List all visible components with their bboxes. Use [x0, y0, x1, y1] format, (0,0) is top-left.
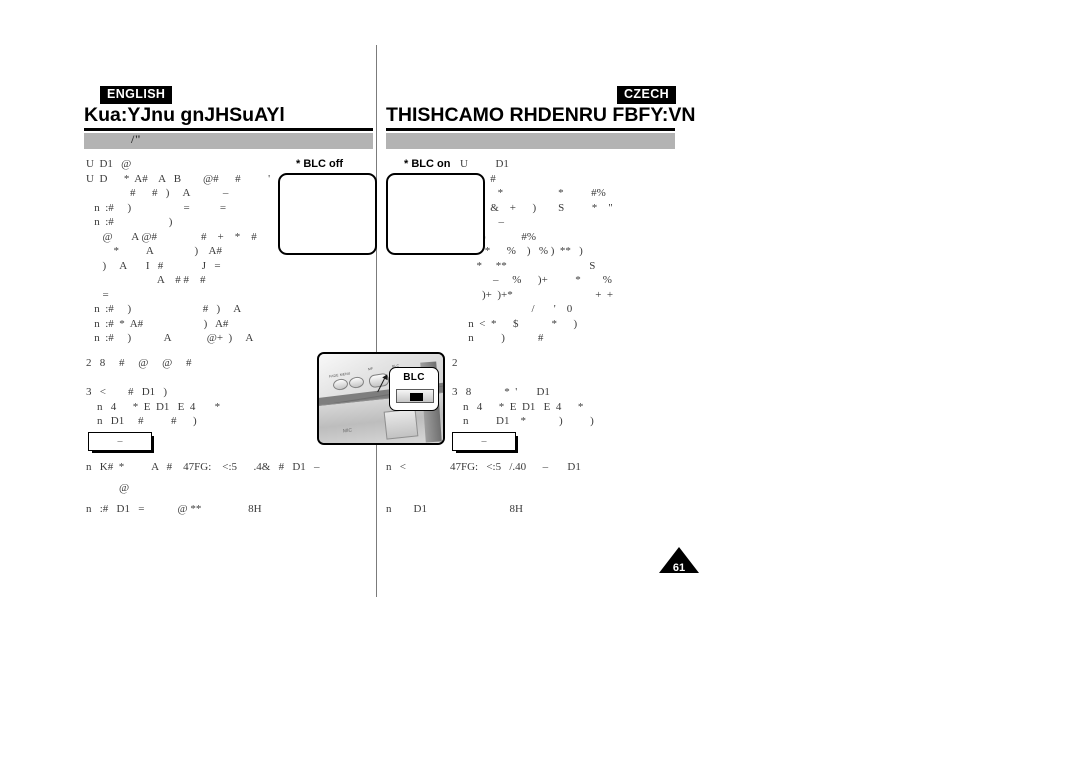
- steps-text-english: 2 8 # @ @ # 3 < # D1 ) n 4 * E D1 E 4 * …: [86, 357, 221, 427]
- footer-text-english: n K# * A # 47FG: <:5 .4& # D1 – @ n :# D…: [86, 461, 320, 515]
- note-box-label-english: –: [117, 436, 123, 447]
- language-tag-czech: CZECH: [617, 86, 677, 104]
- sample-caption-blc-off: * BLC off: [296, 158, 344, 170]
- body-text-english: U D1 @ U D * A# A B @# # ' # # ) A – n :…: [86, 158, 271, 344]
- subtitle-bar-czech: [386, 133, 675, 149]
- subtitle-bar-english: [84, 133, 373, 149]
- blc-button-callout: BLC: [389, 367, 439, 411]
- section-title-czech: THISHCAMO RHDENRU FBFY:VN: [386, 104, 696, 126]
- language-tag-english: ENGLISH: [100, 86, 173, 104]
- note-box-label-czech: –: [481, 436, 487, 447]
- sample-frame-blc-on: [386, 173, 485, 255]
- camcorder-foot-label: MIC: [342, 427, 353, 435]
- blc-switch-knob: [410, 393, 423, 401]
- column-divider: [376, 45, 377, 597]
- footer-text-czech: n < 47FG: <:5 /.40 – D1 n D1 8H: [386, 461, 581, 515]
- title-rule-czech: [386, 128, 675, 131]
- manual-page: ENGLISH Kua:YJnu gnJHSuAYl /" U D1 @ U D…: [0, 0, 1080, 763]
- steps-text-czech: 2 3 8 * ' D1 n 4 * E D1 E 4 * n D1 * ) ): [452, 357, 594, 427]
- title-rule-english: [84, 128, 373, 131]
- page-number: 61: [672, 562, 686, 574]
- section-title-english: Kua:YJnu gnJHSuAYl: [84, 104, 285, 126]
- callout-label: BLC: [403, 372, 425, 383]
- camcorder-button-label-2: MF: [367, 366, 374, 372]
- blc-switch-graphic: [396, 389, 434, 403]
- sample-frame-blc-off: [278, 173, 377, 255]
- camcorder-rear-panel: [383, 408, 419, 440]
- subtitle-text-english: /": [131, 132, 141, 146]
- sample-caption-blc-on: * BLC on: [404, 158, 451, 170]
